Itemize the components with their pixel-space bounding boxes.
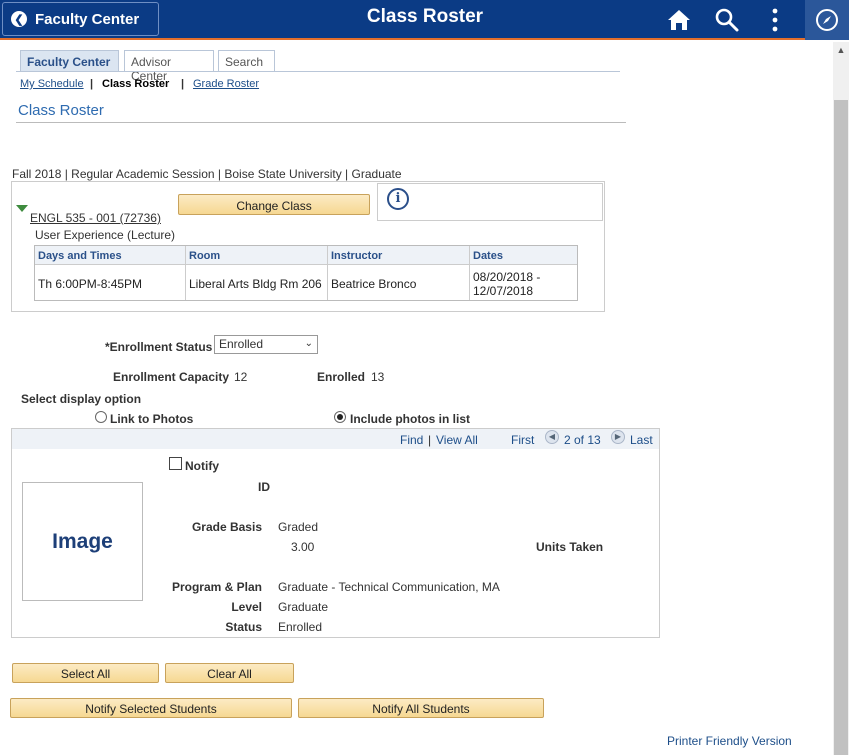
navbar-compass-icon [816, 9, 838, 31]
col-header-room: Room [186, 246, 328, 265]
find-link[interactable]: Find [400, 433, 423, 447]
tab-search[interactable]: Search [218, 50, 275, 72]
scroll-up-arrow-icon[interactable]: ▲ [836, 45, 846, 57]
enrollment-capacity-label: Enrollment Capacity [113, 370, 230, 384]
search-icon[interactable] [714, 7, 740, 33]
subnav-separator: | [181, 78, 185, 90]
tab-divider [16, 71, 620, 72]
record-position: 2 of 13 [564, 433, 601, 447]
link-to-photos-radio[interactable] [95, 411, 107, 423]
title-divider [16, 122, 626, 123]
select-all-button[interactable]: Select All [12, 663, 159, 683]
subnav-separator: | [90, 78, 94, 90]
units-taken-label: Units Taken [536, 540, 604, 554]
notify-checkbox[interactable] [169, 457, 182, 470]
include-photos-radio[interactable] [334, 411, 346, 423]
level-label: Level [231, 600, 262, 614]
status-label: Status [225, 620, 262, 634]
chevron-down-icon: ⌄ [304, 338, 313, 349]
previous-arrow-icon[interactable]: ◀ [545, 430, 559, 444]
col-header-days-times: Days and Times [35, 246, 186, 265]
student-nav-bar [12, 429, 659, 449]
change-class-button[interactable]: Change Class [178, 194, 370, 215]
nav-separator: | [428, 433, 432, 447]
link-to-photos-label: Link to Photos [110, 412, 194, 426]
student-photo-placeholder: Image [22, 482, 143, 601]
navbar-button[interactable] [805, 0, 849, 40]
col-header-dates: Dates [470, 246, 577, 265]
notify-selected-students-button[interactable]: Notify Selected Students [10, 698, 292, 718]
info-icon[interactable]: i [387, 188, 409, 210]
col-header-instructor: Instructor [328, 246, 470, 265]
last-link[interactable]: Last [630, 433, 653, 447]
image-placeholder-text: Image [52, 529, 113, 553]
enrollment-status-select[interactable]: Enrolled ⌄ [214, 335, 318, 354]
enrollment-status-value: Enrolled [219, 337, 264, 351]
class-description: User Experience (Lecture) [35, 228, 176, 242]
section-title: Class Roster [18, 102, 104, 119]
page-title: Class Roster [366, 6, 484, 27]
next-arrow-icon[interactable]: ▶ [611, 430, 625, 444]
level-value: Graduate [278, 600, 329, 614]
clear-all-button[interactable]: Clear All [165, 663, 294, 683]
collapse-triangle-icon[interactable] [16, 205, 28, 212]
back-to-faculty-center-button[interactable]: ❮ Faculty Center [2, 2, 159, 36]
notify-label: Notify [185, 459, 219, 473]
display-option-label: Select display option [21, 392, 142, 406]
notify-all-students-button[interactable]: Notify All Students [298, 698, 544, 718]
home-icon[interactable] [666, 7, 692, 33]
class-roster-current: Class Roster [102, 78, 170, 90]
tab-advisor-center[interactable]: Advisor Center [124, 50, 214, 83]
printer-friendly-link[interactable]: Printer Friendly Version [667, 734, 792, 748]
enrolled-value: 13 [371, 370, 385, 384]
units-value: 3.00 [291, 540, 315, 554]
enrollment-capacity-value: 12 [234, 370, 248, 384]
first-link[interactable]: First [511, 433, 534, 447]
enrollment-status-label: *Enrollment Status [105, 340, 213, 354]
chevron-left-icon: ❮ [11, 11, 27, 27]
cell-room: Liberal Arts Bldg Rm 206 [186, 265, 328, 300]
more-vertical-icon[interactable] [762, 7, 788, 33]
vertical-scrollbar-thumb[interactable] [834, 100, 848, 755]
cell-dates: 08/20/2018 - 12/07/2018 [473, 269, 541, 298]
id-label: ID [258, 480, 270, 494]
my-schedule-link[interactable]: My Schedule [20, 78, 84, 90]
info-panel [377, 183, 603, 221]
cell-instructor: Beatrice Bronco [328, 265, 470, 300]
status-value: Enrolled [278, 620, 323, 634]
program-plan-label: Program & Plan [171, 580, 262, 594]
grade-roster-link[interactable]: Grade Roster [193, 78, 259, 90]
enrolled-label: Enrolled [317, 370, 366, 384]
tab-faculty-center[interactable]: Faculty Center [20, 50, 119, 72]
include-photos-label: Include photos in list [350, 412, 470, 426]
grade-basis-value: Graded [278, 520, 319, 534]
view-all-link[interactable]: View All [436, 433, 478, 447]
grade-basis-label: Grade Basis [191, 520, 262, 534]
back-button-label: Faculty Center [35, 10, 140, 28]
tab-search-label: Search [225, 55, 264, 69]
class-section-link[interactable]: ENGL 535 - 001 (72736) [30, 211, 161, 225]
cell-days-times: Th 6:00PM-8:45PM [35, 265, 186, 300]
program-plan-value: Graduate - Technical Communication, MA [278, 580, 500, 594]
term-info: Fall 2018 | Regular Academic Session | B… [12, 167, 402, 181]
